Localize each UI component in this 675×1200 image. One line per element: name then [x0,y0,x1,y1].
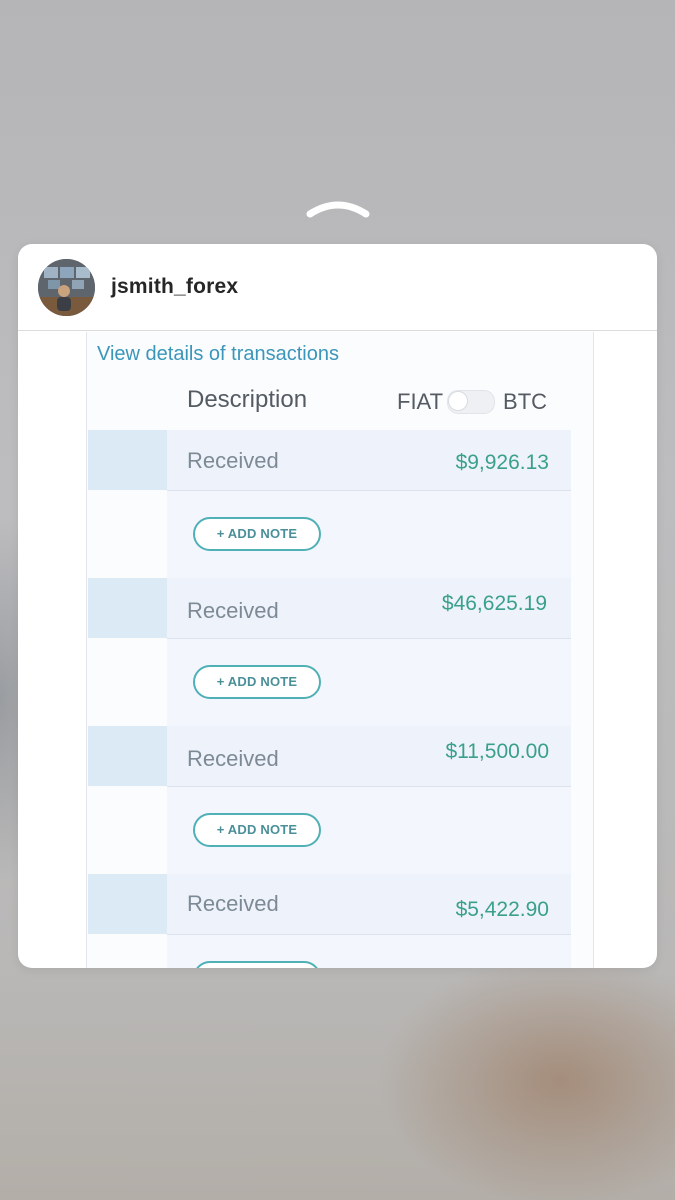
note-row-body: + ADD NOTE [167,787,571,874]
note-row-body: + ADD NOTE [167,639,571,726]
transaction-thumbnail [88,874,167,934]
transaction-row-body: Received $9,926.13 [167,430,571,491]
add-note-button[interactable]: + ADD NOTE [193,517,321,551]
transaction-description: Received [187,746,279,771]
transactions-screenshot: View details of transactions Description… [86,332,594,968]
currency-toggle-group: FIAT BTC [397,388,547,416]
post-header: jsmith_forex [18,244,657,331]
fiat-btc-toggle[interactable] [447,390,496,414]
transaction-amount: $11,500.00 [445,740,549,763]
username[interactable]: jsmith_forex [111,275,238,299]
fiat-label: FIAT [397,389,444,414]
transaction-amount: $5,422.90 [455,898,549,921]
transaction-description: Received [187,448,279,473]
toggle-knob [448,391,469,411]
transaction-description: Received [187,598,279,623]
transaction-thumbnail [88,430,167,490]
transaction-thumbnail [88,726,167,786]
note-row: + ADD NOTE [87,787,593,874]
transaction-row[interactable]: Received $9,926.13 [87,430,593,491]
add-note-button-partial[interactable] [193,961,321,968]
note-row [87,935,593,968]
description-column-header: Description [187,386,308,413]
transaction-thumbnail [88,578,167,638]
transaction-row-body: Received $46,625.19 [167,578,571,639]
transaction-description: Received [187,891,279,916]
add-note-button[interactable]: + ADD NOTE [193,665,321,699]
transaction-row[interactable]: Received $11,500.00 [87,726,593,787]
note-row: + ADD NOTE [87,639,593,726]
transaction-amount: $9,926.13 [455,451,549,474]
add-note-button[interactable]: + ADD NOTE [193,813,321,847]
view-details-link[interactable]: View details of transactions [97,343,339,366]
post-preview-card: jsmith_forex View details of transaction… [18,244,657,968]
btc-label: BTC [503,389,548,414]
avatar-photo-icon [38,259,95,316]
note-row: + ADD NOTE [87,491,593,578]
transaction-row-body: Received $5,422.90 [167,874,571,935]
note-row-body [167,935,571,968]
avatar[interactable] [38,259,95,316]
swipe-up-chevron-icon[interactable] [305,196,371,220]
transaction-row[interactable]: Received $5,422.90 [87,874,593,935]
transaction-amount: $46,625.19 [441,592,547,615]
note-row-body: + ADD NOTE [167,491,571,578]
transaction-row-body: Received $11,500.00 [167,726,571,787]
transaction-row[interactable]: Received $46,625.19 [87,578,593,639]
